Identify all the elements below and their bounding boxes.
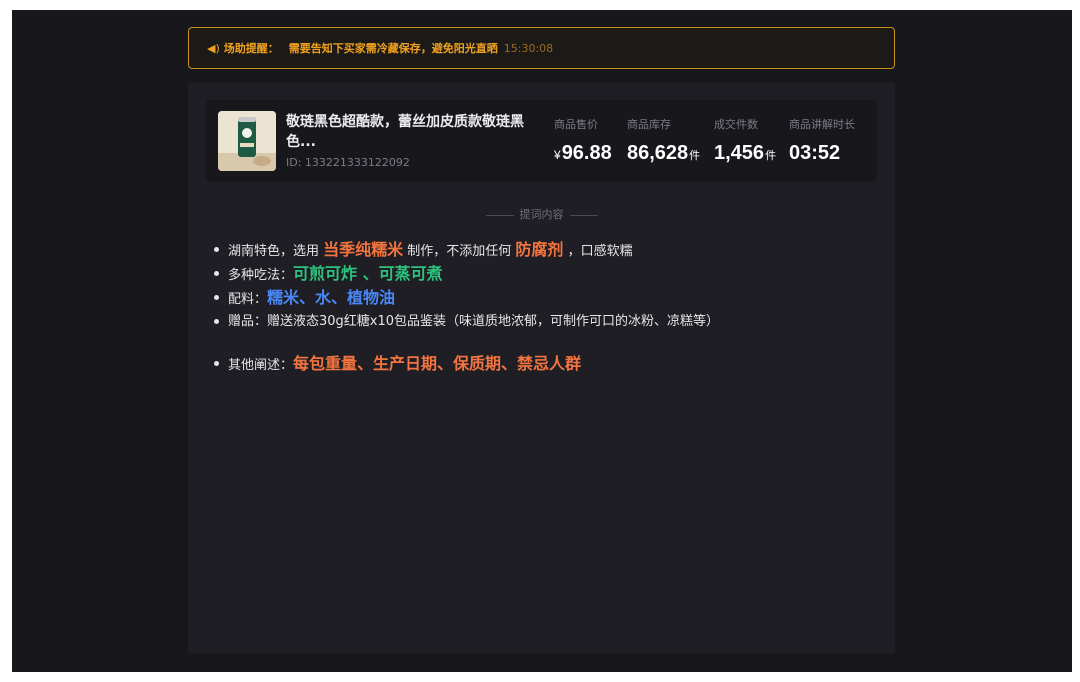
script-title: 提词内容 (519, 208, 564, 221)
stat-price-value: 96.88 (561, 142, 612, 164)
script-line-1-highlight-1: 当季纯糯米 (323, 240, 404, 259)
divider-line-left (485, 214, 514, 216)
content-panel: 敬琏黑色超酷款，蕾丝加皮质款敬琏黑色... ID: 13322133312209… (188, 82, 895, 654)
stat-stock-value: 86,628 (627, 142, 689, 164)
script-line-5-highlight: 每包重量、生产日期、保质期、禁忌人群 (293, 354, 582, 373)
alert-label: 场助提醒： (223, 42, 279, 55)
stat-sold: 成交件数 1,456件 (714, 116, 776, 165)
script-line-2-highlight: 可煎可炸 、可蒸可煮 (293, 264, 443, 283)
speaker-icon: ◀) (207, 41, 220, 55)
script-line-4-text: 赠品：赠送液态30g红糖x10包品鉴装（味道质地浓郁，可制作可口的冰粉、凉糕等） (228, 314, 720, 329)
stat-sold-unit: 件 (765, 150, 777, 162)
alert-time: 15:30:08 (503, 41, 554, 55)
product-id: ID: 133221333122092 (286, 156, 410, 169)
stat-duration-value: 03:52 (789, 142, 841, 164)
divider-line-right (569, 214, 598, 216)
script-line-5-text: 其他阐述： (228, 358, 294, 373)
script-line-2-text: 多种吃法： (228, 268, 294, 283)
currency-symbol: ¥ (554, 148, 561, 162)
assistant-alert-banner: ◀) 场助提醒： 需要告知下买家需冷藏保存，避免阳光直晒 15:30:08 (188, 27, 895, 69)
live-assistant-screen: ◀) 场助提醒： 需要告知下买家需冷藏保存，避免阳光直晒 15:30:08 敬琏… (12, 10, 1072, 672)
script-line-4: 赠品：赠送液态30g红糖x10包品鉴装（味道质地浓郁，可制作可口的冰粉、凉糕等） (214, 310, 875, 334)
product-image (218, 111, 276, 171)
stat-price-label: 商品售价 (554, 118, 598, 131)
stat-duration-label: 商品讲解时长 (789, 118, 855, 131)
script-line-1-highlight-2: 防腐剂 (515, 240, 564, 259)
stat-stock-unit: 件 (689, 150, 701, 162)
stat-stock: 商品库存 86,628件 (627, 116, 700, 165)
script-line-1-text-b: 制作，不添加任何 (403, 244, 516, 259)
stat-sold-label: 成交件数 (714, 118, 758, 131)
script-line-1-text-c: ，口感软糯 (563, 244, 633, 259)
script-line-3-highlight: 糯米、水、植物油 (267, 288, 396, 307)
product-card: 敬琏黑色超酷款，蕾丝加皮质款敬琏黑色... ID: 13322133312209… (206, 100, 877, 182)
stat-sold-value: 1,456 (714, 142, 765, 164)
script-line-5: 其他阐述：每包重量、生产日期、保质期、禁忌人群 (214, 352, 875, 376)
script-line-2: 多种吃法：可煎可炸 、可蒸可煮 (214, 262, 875, 286)
stat-stock-label: 商品库存 (627, 118, 671, 131)
script-line-1: 湖南特色，选用 当季纯糯米 制作，不添加任何 防腐剂 ，口感软糯 (214, 238, 875, 262)
script-line-3-text: 配料： (228, 292, 268, 307)
script-section-title: 提词内容 (188, 206, 895, 222)
script-line-1-text-a: 湖南特色，选用 (228, 244, 324, 259)
script-content: 湖南特色，选用 当季纯糯米 制作，不添加任何 防腐剂 ，口感软糯 多种吃法：可煎… (214, 238, 875, 376)
alert-message: 需要告知下买家需冷藏保存，避免阳光直晒 (288, 42, 498, 55)
stat-price: 商品售价 ¥96.88 (554, 116, 612, 165)
script-line-3: 配料：糯米、水、植物油 (214, 286, 875, 310)
product-name: 敬琏黑色超酷款，蕾丝加皮质款敬琏黑色... (286, 114, 524, 150)
stat-duration: 商品讲解时长 03:52 (789, 116, 855, 165)
